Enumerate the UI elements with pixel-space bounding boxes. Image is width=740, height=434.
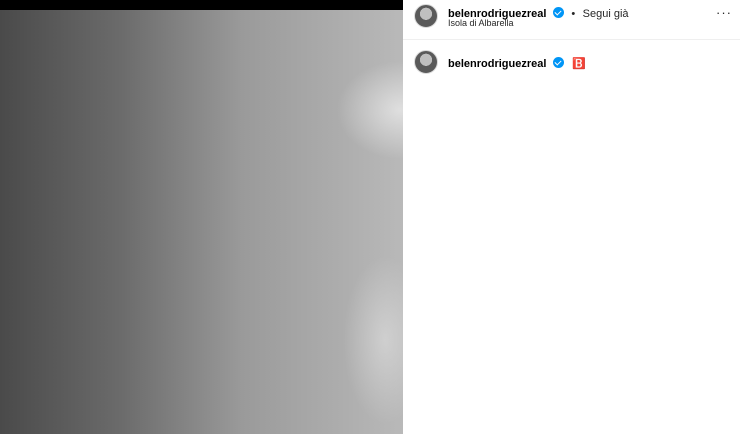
- caption-username[interactable]: belenrodriguezreal: [448, 58, 546, 70]
- separator-dot: •: [571, 8, 576, 20]
- post-photo[interactable]: [0, 10, 403, 434]
- caption-line: belenrodriguezreal 🅱️: [448, 54, 586, 72]
- caption-verified-badge-icon: [552, 57, 564, 68]
- post-header: belenrodriguezreal • Segui già Isola di …: [403, 0, 740, 40]
- author-avatar[interactable]: [414, 4, 438, 28]
- verified-badge-icon: [552, 7, 564, 18]
- caption-avatar[interactable]: [414, 50, 438, 74]
- post-media[interactable]: [0, 0, 403, 434]
- more-options-icon[interactable]: ···: [716, 6, 732, 19]
- post-sidebar: belenrodriguezreal • Segui già Isola di …: [403, 0, 740, 434]
- media-top-strip: [0, 0, 403, 10]
- caption-row: belenrodriguezreal 🅱️: [403, 48, 740, 78]
- post-location[interactable]: Isola di Albarella: [448, 18, 514, 28]
- follow-status-button[interactable]: Segui già: [583, 8, 629, 20]
- caption-text: 🅱️: [572, 58, 587, 70]
